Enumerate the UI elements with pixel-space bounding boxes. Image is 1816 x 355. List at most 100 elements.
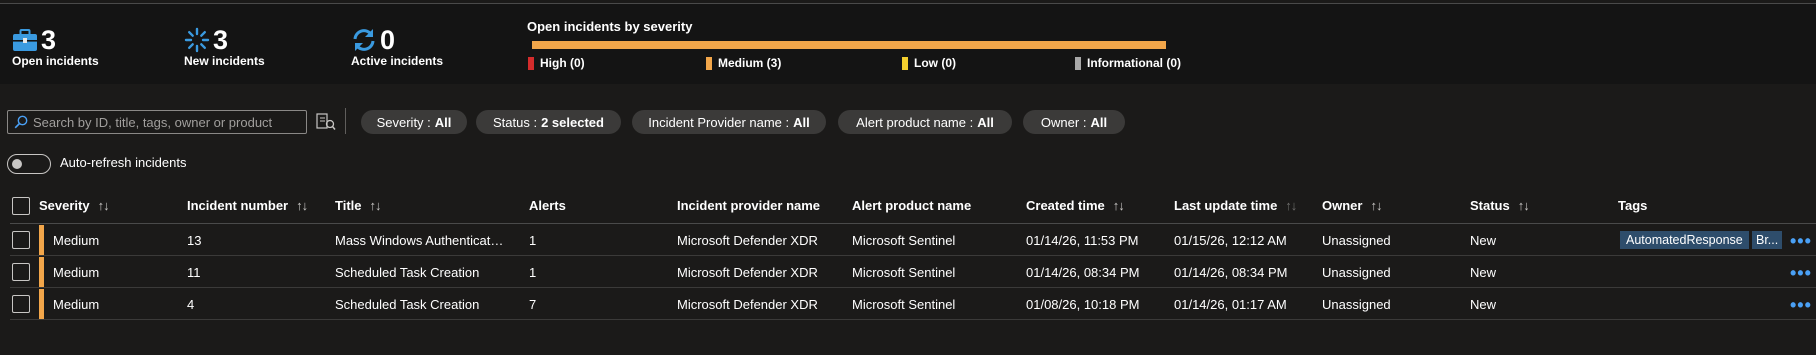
new-incidents-stat: 3 New incidents <box>184 26 265 68</box>
active-incidents-count: 0 <box>380 25 396 55</box>
open-incidents-count: 3 <box>41 25 57 55</box>
cell-last-update-time: 01/14/26, 01:17 AM <box>1174 297 1287 312</box>
tag-chip[interactable]: Br... <box>1752 231 1782 249</box>
legend-informational: Informational (0) <box>1075 56 1181 70</box>
column-alert-product-label: Alert product name <box>852 198 972 213</box>
tag-chip[interactable]: AutomatedResponse <box>1620 231 1749 249</box>
briefcase-icon <box>13 29 37 51</box>
new-incidents-label: New incidents <box>184 54 265 68</box>
filter-status-value: 2 selected <box>541 114 604 130</box>
cell-severity: Medium <box>53 297 100 312</box>
more-actions-icon[interactable]: ••• <box>1790 263 1812 284</box>
column-alert-product[interactable]: Alert product name <box>852 198 971 213</box>
filter-incident-provider-value: All <box>793 114 810 130</box>
filter-owner-name: Owner : <box>1040 114 1087 130</box>
column-created-time[interactable]: Created time ↑↓ <box>1026 198 1125 213</box>
severity-indicator <box>39 257 44 287</box>
sort-icon: ↑↓ <box>1517 198 1530 213</box>
row-checkbox[interactable] <box>12 231 30 249</box>
cell-status: New <box>1470 233 1497 248</box>
column-status[interactable]: Status ↑↓ <box>1470 198 1530 213</box>
filter-severity-value: All <box>434 114 452 130</box>
cell-title[interactable]: Scheduled Task Creation <box>335 297 505 312</box>
cell-status: New <box>1470 265 1497 280</box>
sort-icon: ↑↓ <box>1112 198 1125 213</box>
legend-medium-swatch <box>706 56 712 70</box>
cell-incident-number: 13 <box>187 233 202 248</box>
column-owner-label: Owner <box>1322 198 1363 213</box>
table-row[interactable]: Medium 11 Scheduled Task Creation 1 Micr… <box>0 256 1816 288</box>
legend-low: Low (0) <box>902 56 956 70</box>
cell-owner: Unassigned <box>1322 233 1391 248</box>
legend-medium: Medium (3) <box>706 56 781 70</box>
filter-severity[interactable]: Severity : All <box>361 110 467 134</box>
column-options-button[interactable] <box>314 110 338 134</box>
auto-refresh-toggle[interactable] <box>7 154 51 174</box>
severity-chart-title: Open incidents by severity <box>527 19 693 34</box>
search-icon <box>14 115 28 129</box>
row-checkbox[interactable] <box>12 295 30 313</box>
column-last-update-time[interactable]: Last update time ↑↓ <box>1174 198 1297 213</box>
table-header: Severity ↑↓ Incident number ↑↓ Title ↑↓ Ale… <box>0 190 1816 222</box>
sort-icon: ↑↓ <box>1285 198 1297 213</box>
auto-refresh-label: Auto-refresh incidents <box>60 155 187 170</box>
legend-informational-label: Informational (0) <box>1087 56 1182 70</box>
cell-alert-product: Microsoft Sentinel <box>852 265 956 280</box>
cell-incident-provider: Microsoft Defender XDR <box>677 265 818 280</box>
cell-severity: Medium <box>53 265 100 280</box>
column-owner[interactable]: Owner ↑↓ <box>1322 198 1382 213</box>
row-divider <box>10 319 1816 320</box>
active-incidents-stat: 0 Active incidents <box>351 26 443 68</box>
row-checkbox[interactable] <box>12 263 30 281</box>
filter-owner-value: All <box>1090 114 1108 130</box>
more-actions-icon[interactable]: ••• <box>1790 231 1812 252</box>
column-incident-provider-label: Incident provider name <box>677 198 821 213</box>
column-alerts-label: Alerts <box>529 198 566 213</box>
column-incident-provider[interactable]: Incident provider name <box>677 198 820 213</box>
column-title[interactable]: Title ↑↓ <box>335 198 382 213</box>
cell-created-time: 01/08/26, 10:18 PM <box>1026 297 1140 312</box>
cell-last-update-time: 01/14/26, 08:34 PM <box>1174 265 1288 280</box>
filter-alert-product-value: All <box>977 114 994 130</box>
cell-alerts: 1 <box>529 265 537 280</box>
column-incident-number[interactable]: Incident number ↑↓ <box>187 198 308 213</box>
filter-severity-name: Severity : <box>376 114 431 130</box>
column-tags: Tags <box>1618 198 1647 213</box>
legend-informational-swatch <box>1075 56 1081 70</box>
cell-title[interactable]: Scheduled Task Creation <box>335 265 505 280</box>
active-incidents-label: Active incidents <box>351 54 444 68</box>
table-row[interactable]: Medium 13 Mass Windows Authentication At… <box>0 224 1816 256</box>
cell-owner: Unassigned <box>1322 297 1391 312</box>
select-all-checkbox[interactable] <box>12 197 30 215</box>
loading-spinner-icon <box>184 27 210 53</box>
severity-indicator <box>39 289 44 319</box>
filter-incident-provider[interactable]: Incident Provider name : All <box>632 110 826 134</box>
column-title-label: Title <box>335 198 362 213</box>
column-status-label: Status <box>1470 198 1510 213</box>
new-incidents-count: 3 <box>213 25 229 55</box>
more-actions-icon[interactable]: ••• <box>1790 295 1812 316</box>
column-severity[interactable]: Severity ↑↓ <box>39 198 110 213</box>
sort-icon: ↑↓ <box>369 198 382 213</box>
sort-icon: ↑↓ <box>296 198 308 213</box>
table-row[interactable]: Medium 4 Scheduled Task Creation 7 Micro… <box>0 288 1816 320</box>
cell-severity: Medium <box>53 233 100 248</box>
severity-chart: Open incidents by severity <box>527 19 692 34</box>
legend-medium-label: Medium (3) <box>718 56 782 70</box>
filter-owner[interactable]: Owner : All <box>1023 110 1125 134</box>
column-last-update-time-label: Last update time <box>1174 198 1278 213</box>
filter-alert-product[interactable]: Alert product name : All <box>838 110 1012 134</box>
sort-icon: ↑↓ <box>1370 198 1382 213</box>
legend-low-swatch <box>902 56 908 70</box>
cell-created-time: 01/14/26, 11:53 PM <box>1026 233 1139 248</box>
cell-alerts: 1 <box>529 233 537 248</box>
severity-indicator <box>39 225 44 255</box>
column-alerts[interactable]: Alerts <box>529 198 566 213</box>
severity-bar-medium <box>532 41 1166 49</box>
cell-incident-provider: Microsoft Defender XDR <box>677 297 818 312</box>
search-input[interactable] <box>33 114 303 130</box>
cell-title[interactable]: Mass Windows Authentication Attempts <box>335 233 505 248</box>
search-box[interactable] <box>7 110 307 134</box>
filter-status[interactable]: Status :2 selected <box>476 110 621 134</box>
cell-created-time: 01/14/26, 08:34 PM <box>1026 265 1140 280</box>
